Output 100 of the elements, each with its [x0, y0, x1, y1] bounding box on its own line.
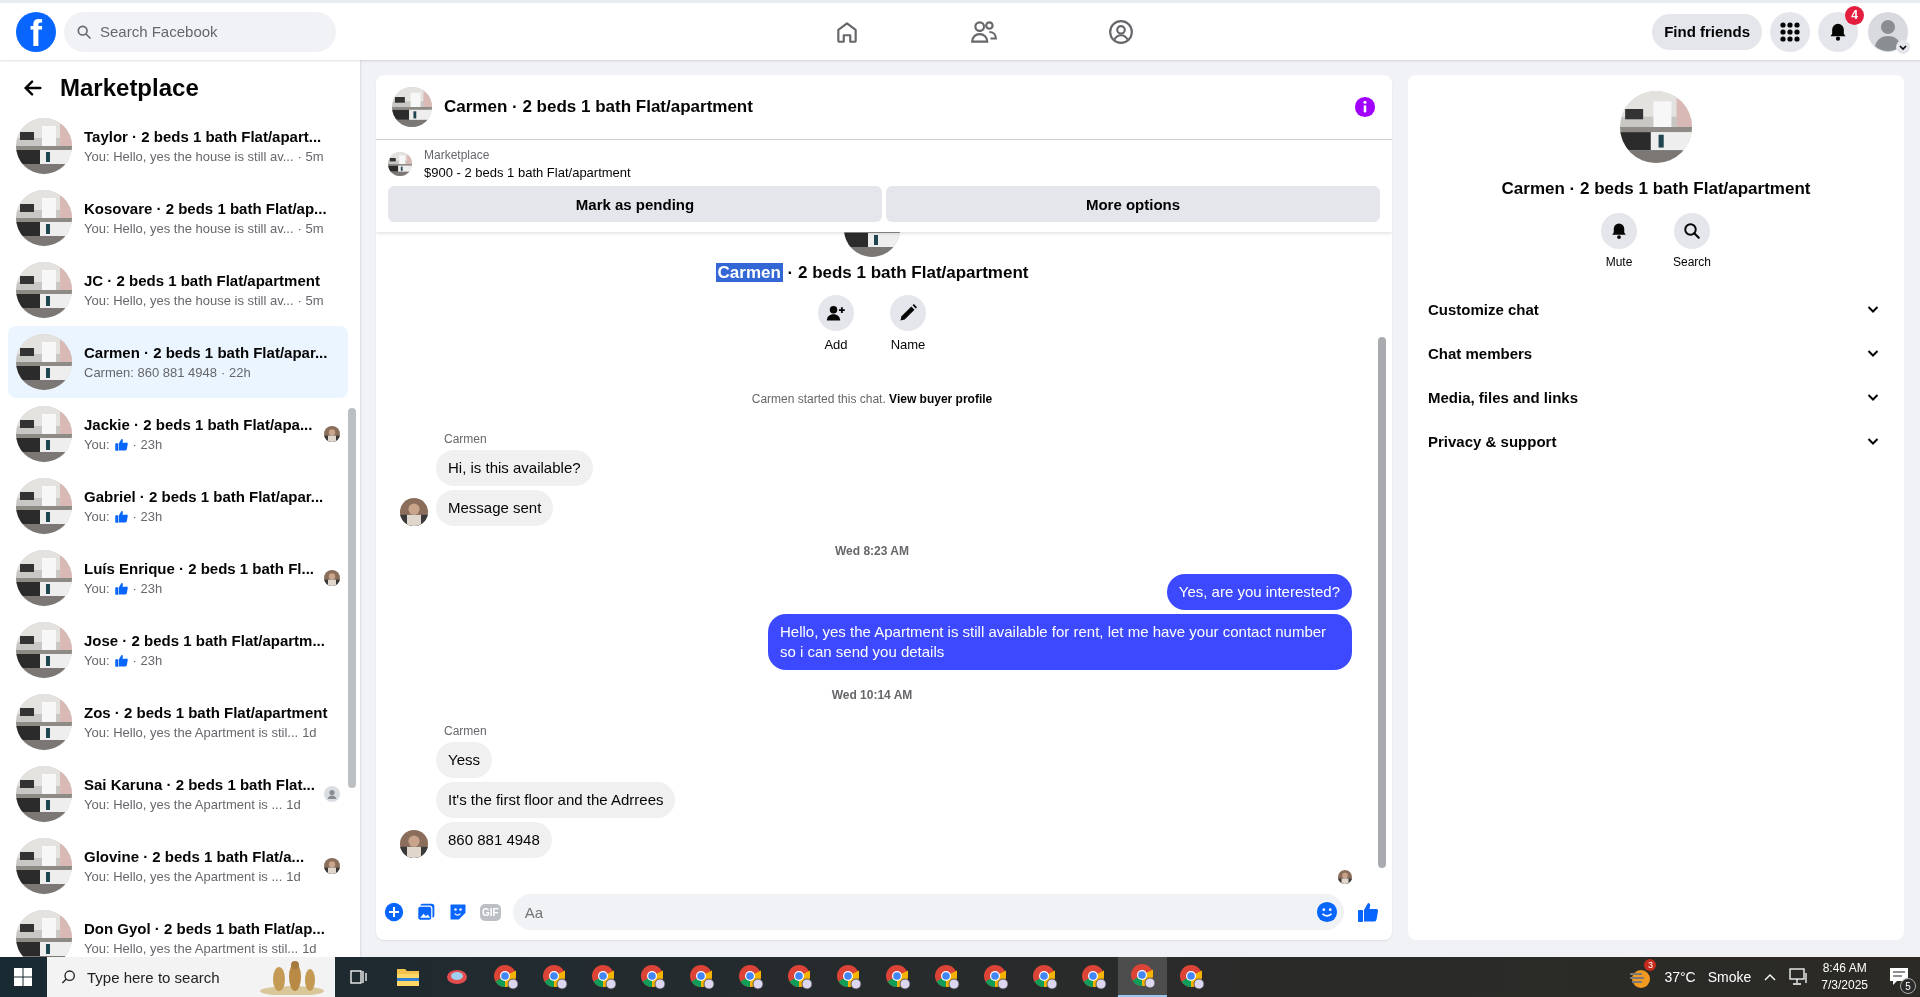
- incoming-message: Hi, is this available?: [436, 450, 593, 486]
- message-preview: You:: [84, 509, 110, 524]
- message-preview: You: Hello, yes the Apartment is ...: [84, 797, 283, 812]
- action-label: Mute: [1605, 255, 1633, 269]
- logo[interactable]: f: [16, 11, 56, 52]
- emoji-icon[interactable]: [1316, 901, 1338, 923]
- buyer-profile-link[interactable]: View buyer profile: [889, 392, 993, 406]
- action-button[interactable]: [1674, 213, 1710, 249]
- browser-icon: [688, 964, 715, 990]
- back-arrow-icon[interactable]: [22, 77, 44, 99]
- network-icon[interactable]: [1789, 968, 1810, 986]
- clock-date: 7/3/2025: [1821, 977, 1868, 994]
- browser-icon: [786, 964, 813, 990]
- browser-icon: [1178, 964, 1205, 990]
- accordion-section[interactable]: Media, files and links: [1416, 375, 1896, 419]
- message-time: · 23h: [132, 509, 163, 524]
- incoming-message: Yess: [436, 742, 492, 778]
- caret-icon[interactable]: [1896, 39, 1910, 54]
- thumbs-up-icon: [113, 509, 129, 524]
- conversation-item[interactable]: Gabriel · 2 beds 1 bath Flat/apar... You: · 23h: [8, 470, 348, 542]
- accordion-section[interactable]: Customize chat: [1416, 287, 1896, 331]
- conversation-item[interactable]: JC · 2 beds 1 bath Flat/apartment You: Hello, yes the house is still av... · 5m: [8, 254, 348, 326]
- search-icon: [76, 23, 92, 40]
- sender-name: Carmen: [444, 432, 488, 446]
- conversation-heading: Carmen · 2 beds 1 bath Flat/apartment: [715, 263, 1029, 283]
- section-title: Customize chat: [1428, 300, 1539, 318]
- friends-icon[interactable]: [970, 18, 999, 45]
- outgoing-message: Yes, are you interested?: [1166, 574, 1352, 610]
- conversation-item[interactable]: Taylor · 2 beds 1 bath Flat/apart... You: Hello, yes the house is still av... · 5m: [8, 110, 348, 182]
- browser-icon: [590, 964, 617, 990]
- task-view-icon[interactable]: [350, 968, 368, 986]
- accordion-section[interactable]: Privacy & support: [1416, 419, 1896, 463]
- bell-icon: [1828, 21, 1848, 42]
- conversation-title: Glovine · 2 beds 1 bath Flat/a...: [84, 848, 306, 865]
- listing-title: $900 - 2 beds 1 bath Flat/apartment: [424, 165, 631, 180]
- profile-circle-icon[interactable]: [1108, 18, 1135, 45]
- incoming-message: It's the first floor and the Adrrees: [436, 782, 676, 818]
- pencil-icon: [898, 303, 918, 323]
- sender-name: Carmen: [444, 724, 488, 738]
- conversation-item[interactable]: Jose · 2 beds 1 bath Flat/apartm... You: · 23h: [8, 614, 348, 686]
- message-time: · 23h: [132, 653, 163, 668]
- message-preview: You:: [84, 581, 110, 596]
- thumbs-up-icon: [113, 653, 129, 668]
- taskbar-app[interactable]: [1118, 957, 1167, 997]
- sticker-icon[interactable]: [448, 902, 468, 922]
- message-preview: You: Hello, yes the Apartment is ...: [84, 869, 283, 884]
- conversation-item[interactable]: Carmen · 2 beds 1 bath Flat/apar... Carmen: 860 881 4948 · 22h: [8, 326, 348, 398]
- section-title: Media, files and links: [1428, 388, 1579, 406]
- conversation-title: Jackie · 2 beds 1 bath Flat/apa...: [84, 416, 312, 433]
- conversation-item[interactable]: Kosovare · 2 beds 1 bath Flat/ap... You: Hello, yes the house is still av... · 5m: [8, 182, 348, 254]
- conversation-item[interactable]: Zos · 2 beds 1 bath Flat/apartment You: Hello, yes the Apartment is stil... 1d: [8, 686, 348, 758]
- section-title: Chat members: [1428, 344, 1533, 362]
- conversation-item[interactable]: Luís Enrique · 2 beds 1 bath Fl... You: · 23h: [8, 542, 348, 614]
- chat-start-note: Carmen started this chat. View buyer profile: [751, 392, 993, 406]
- conversation-title: Sai Karuna · 2 beds 1 bath Flat...: [84, 776, 312, 793]
- message-time: · 5m: [297, 149, 324, 164]
- message-preview: You:: [84, 437, 110, 452]
- search-field[interactable]: Search Facebook: [64, 11, 336, 52]
- browser-icon: [639, 964, 666, 990]
- message-preview: You: Hello, yes the house is still av...: [84, 293, 294, 308]
- browser-icon: [884, 964, 911, 990]
- accordion-section[interactable]: Chat members: [1416, 331, 1896, 375]
- add-person-icon: [826, 303, 846, 323]
- conversation-item[interactable]: Sai Karuna · 2 beds 1 bath Flat... You: Hello, yes the Apartment is ... 1d: [8, 758, 348, 830]
- menu-button[interactable]: [1770, 11, 1810, 52]
- conversation-title: Zos · 2 beds 1 bath Flat/apartment: [84, 704, 329, 721]
- conversation-item[interactable]: Jackie · 2 beds 1 bath Flat/apa... You: · 23h: [8, 398, 348, 470]
- windows-start-icon[interactable]: [14, 968, 32, 986]
- notification-center-icon[interactable]: [1888, 966, 1910, 988]
- action-button[interactable]: [1601, 213, 1637, 249]
- browser-icon: [835, 964, 862, 990]
- conversation-title: Don Gyol · 2 beds 1 bath Flat/ap...: [84, 920, 326, 937]
- conversation-title: Luís Enrique · 2 beds 1 bath Fl...: [84, 560, 312, 577]
- conversation-item[interactable]: Glovine · 2 beds 1 bath Flat/a... You: Hello, yes the Apartment is ... 1d: [8, 830, 348, 902]
- incoming-message: Message sent: [436, 490, 554, 526]
- action-label: Search: [1673, 255, 1711, 269]
- photo-icon[interactable]: [416, 902, 436, 922]
- listing-action-button[interactable]: Mark as pending: [388, 186, 882, 222]
- browser-icon: [1080, 964, 1107, 990]
- browser-icon: [1031, 964, 1058, 990]
- find-friends-button[interactable]: Find friends: [1652, 13, 1762, 50]
- chat-title: Carmen · 2 beds 1 bath Flat/apartment: [444, 97, 754, 117]
- message-input[interactable]: Aa: [512, 894, 1344, 930]
- listing-action-button[interactable]: More options: [886, 186, 1380, 222]
- browser-icon: [541, 964, 568, 990]
- plus-icon[interactable]: [384, 902, 404, 922]
- message-time: · 23h: [132, 437, 163, 452]
- action-button[interactable]: [818, 295, 854, 331]
- message-time: · 5m: [297, 293, 324, 308]
- browser-icon: [1129, 963, 1156, 989]
- notifications-button[interactable]: [1818, 11, 1858, 52]
- message-time: · 5m: [297, 221, 324, 236]
- action-button[interactable]: [890, 295, 926, 331]
- timestamp: Wed 8:23 AM: [834, 544, 910, 558]
- notification-badge: 4: [1845, 5, 1864, 25]
- weather-badge: 3: [1644, 959, 1657, 971]
- message-preview: You: Hello, yes the house is still av...: [84, 221, 294, 236]
- message-time: 1d: [286, 797, 301, 812]
- listing-label: Marketplace: [424, 148, 491, 162]
- info-icon[interactable]: [1354, 96, 1376, 118]
